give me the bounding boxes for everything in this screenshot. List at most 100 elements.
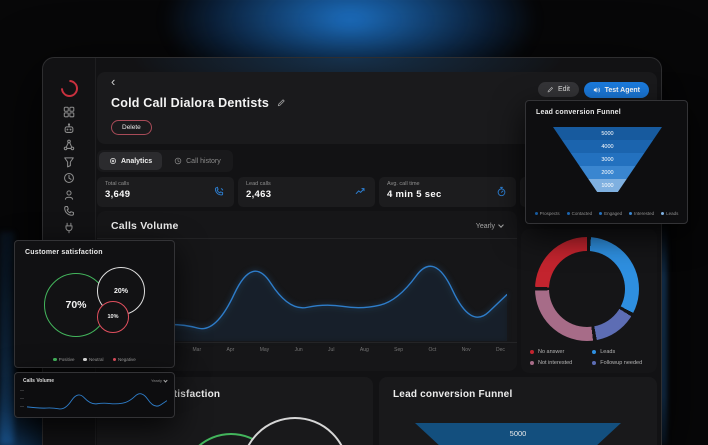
legend-item: Leads <box>592 349 642 355</box>
legend-item: Neutral <box>83 357 103 362</box>
funnel-stage-4: 2000 <box>553 166 662 179</box>
stat-value: 4 min 5 sec <box>387 189 508 200</box>
range-dropdown[interactable]: Yearly <box>476 223 503 230</box>
funnel-legend: Prospects Contacted Engaged Interested Leads <box>526 211 687 216</box>
sidebar-item-contacts[interactable] <box>57 189 81 201</box>
legend-label: Followup needed <box>600 360 642 366</box>
legend-label: Engaged <box>604 211 622 216</box>
legend-label: Positive <box>59 357 75 362</box>
legend-label: Not interested <box>538 360 572 366</box>
legend-dot <box>592 361 596 365</box>
sidebar-item-calls[interactable] <box>57 205 81 217</box>
legend-item: Engaged <box>599 211 622 216</box>
x-axis-label: Jun <box>295 347 303 353</box>
tab-call-history-label: Call history <box>186 158 221 165</box>
sidebar-item-integrations[interactable] <box>57 222 81 234</box>
legend-label: Leads <box>666 211 678 216</box>
satisfaction-overlay-title: Customer satisfaction <box>25 249 103 256</box>
dialora-logo[interactable] <box>57 76 81 100</box>
phone-icon <box>63 205 75 217</box>
stat-label: Lead calls <box>246 181 367 187</box>
sidebar-item-workflows[interactable] <box>57 139 81 151</box>
legend-label: Leads <box>600 349 615 355</box>
legend-label: No answer <box>538 349 564 355</box>
x-axis-labels: JanFebMarAprMayJunJulAugSepOctNovDec <box>125 347 505 353</box>
legend-dot <box>535 212 538 215</box>
trend-up-icon <box>355 186 366 197</box>
edit-title-icon[interactable] <box>277 94 286 112</box>
calls-volume-title: Calls Volume <box>111 220 179 232</box>
phone-call-icon <box>214 186 225 197</box>
clock-icon <box>174 157 182 165</box>
legend-dot <box>567 212 570 215</box>
edit-button-label: Edit <box>558 86 570 93</box>
funnel-stage-5: 1000 <box>553 179 662 192</box>
agent-icon <box>63 123 75 135</box>
x-axis-label: Apr <box>227 347 235 353</box>
tabs: Analytics Call history <box>97 150 233 172</box>
x-axis-label: Aug <box>360 347 369 353</box>
x-axis-label: Dec <box>496 347 505 353</box>
history-icon <box>63 172 75 184</box>
sidebar-item-funnel[interactable] <box>57 156 81 168</box>
x-axis-label: Sep <box>394 347 403 353</box>
workflow-icon <box>63 139 75 151</box>
stat-card-2: Lead calls2,463 <box>238 177 375 207</box>
legend-item: Prospects <box>535 211 560 216</box>
legend-dot <box>592 350 596 354</box>
satisfaction-legend: PositiveNeutralNegative <box>15 357 174 362</box>
funnel-stages: 50004000300020001000 <box>553 127 662 192</box>
page-title: Cold Call Dialora Dentists <box>111 96 269 110</box>
sidebar-nav <box>57 106 81 234</box>
legend-label: Prospects <box>540 211 560 216</box>
test-agent-label: Test Agent <box>605 87 640 94</box>
legend-column: Leads Followup needed <box>592 349 642 366</box>
legend-dot <box>53 358 57 362</box>
legend-item: Followup needed <box>592 360 642 366</box>
range-dropdown-value: Yearly <box>476 223 495 230</box>
call-outcomes-panel: No answer Not interested Leads Followup nee… <box>521 229 657 373</box>
edit-icon <box>547 86 554 93</box>
legend-item: Contacted <box>567 211 593 216</box>
legend-dot <box>530 361 534 365</box>
legend-dot <box>83 358 87 362</box>
legend-dot <box>661 212 664 215</box>
chevron-down-icon <box>163 378 167 382</box>
mini-range-dropdown[interactable]: Yearly <box>151 378 167 383</box>
lead-funnel-overlay: Lead conversion Funnel 50004000300020001… <box>525 100 688 224</box>
analytics-icon <box>109 157 117 165</box>
stat-label: Avg. call time <box>387 181 508 187</box>
sidebar-item-dashboard[interactable] <box>57 106 81 118</box>
x-axis-label: Jul <box>328 347 334 353</box>
legend-label: Interested <box>634 211 654 216</box>
x-axis-label: May <box>260 347 269 353</box>
donut-legend: No answer Not interested Leads Followup nee… <box>530 349 655 366</box>
customer-satisfaction-overlay: Customer satisfaction 70%20%10% Positive… <box>14 240 175 368</box>
legend-dot <box>113 358 117 362</box>
funnel-stage-top: 5000 <box>415 423 621 445</box>
legend-item: No answer <box>530 349 572 355</box>
sidebar-item-history[interactable] <box>57 172 81 184</box>
edit-button[interactable]: Edit <box>538 82 579 97</box>
tab-analytics-label: Analytics <box>121 158 152 165</box>
outcomes-donut-chart <box>535 237 639 341</box>
funnel-stage-value: 5000 <box>510 429 527 445</box>
legend-item: Positive <box>53 357 74 362</box>
mini-line-chart <box>27 387 167 413</box>
legend-column: No answer Not interested <box>530 349 572 366</box>
x-axis-label: Mar <box>193 347 202 353</box>
y-tick <box>20 406 24 407</box>
back-button[interactable]: ‹ <box>111 75 115 89</box>
legend-label: Contacted <box>572 211 593 216</box>
sidebar-item-agents[interactable] <box>57 123 81 135</box>
delete-button[interactable]: Delete <box>111 120 152 135</box>
tab-analytics[interactable]: Analytics <box>99 152 162 170</box>
tab-call-history[interactable]: Call history <box>164 152 231 170</box>
stat-card-1: Total calls3,649 <box>97 177 234 207</box>
test-agent-button[interactable]: Test Agent <box>584 82 649 98</box>
lead-funnel-panel: Lead conversion Funnel 5000 <box>379 377 657 445</box>
lead-funnel-panel-title: Lead conversion Funnel <box>393 389 512 400</box>
x-axis-label: Nov <box>462 347 471 353</box>
dashboard-icon <box>63 106 75 118</box>
legend-dot <box>530 350 534 354</box>
